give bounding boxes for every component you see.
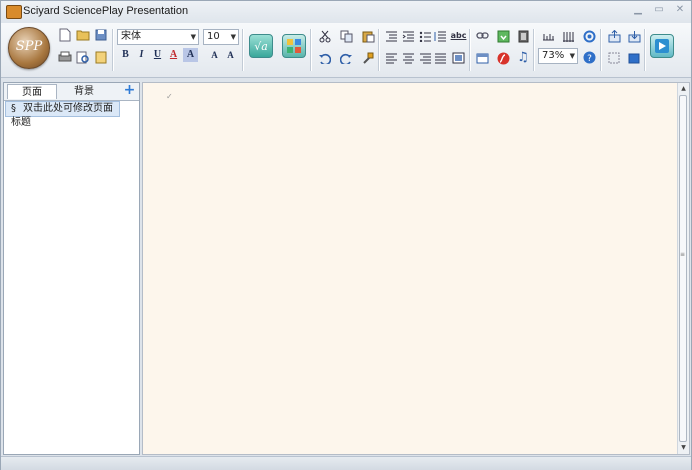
canvas-anchor-mark: ✓ (166, 92, 173, 101)
app-orb-label: SPP (15, 39, 43, 54)
insert-image-icon[interactable] (495, 28, 511, 44)
ribbon-toolbar: SPP 宋体 ▼ 10 ▼ B I U A A A A √a abc ♫ 73%… (1, 23, 691, 78)
scroll-grip-icon: ≡ (680, 251, 686, 258)
slide-canvas[interactable]: ✓ (142, 82, 690, 455)
italic-button[interactable]: I (134, 48, 149, 62)
add-page-button[interactable]: + (123, 83, 136, 97)
toolbar-separator (242, 29, 244, 71)
formula-icon: √a (254, 39, 268, 53)
save-icon[interactable] (93, 27, 109, 43)
window-title: Sciyard SciencePlay Presentation (23, 5, 189, 17)
toolbar-separator (378, 29, 380, 71)
shrink-font-button[interactable]: A (207, 48, 222, 62)
svg-text:?: ? (587, 54, 592, 64)
align-center-icon[interactable] (400, 50, 416, 66)
line-spacing-icon[interactable] (432, 28, 448, 44)
underline-button[interactable]: U (150, 48, 165, 62)
paste-icon[interactable] (360, 28, 376, 44)
settings-icon[interactable] (581, 28, 597, 44)
panel-tabs: 页面 背景 + (4, 83, 139, 101)
page-setup-icon[interactable] (93, 49, 109, 65)
tab-background[interactable]: 背景 (59, 84, 109, 99)
layout-button[interactable] (282, 34, 306, 58)
page-list-bullet: § (11, 103, 16, 114)
vertical-scrollbar[interactable]: ▲ ≡ ▼ (677, 83, 689, 454)
chevron-down-icon: ▼ (569, 52, 575, 60)
redo-icon[interactable] (338, 50, 354, 66)
play-icon (655, 39, 669, 53)
font-name-select[interactable]: 宋体 ▼ (117, 29, 199, 45)
title-bar: Sciyard SciencePlay Presentation ▁ ▭ ✕ (1, 1, 691, 23)
spell-check-button[interactable]: abc (450, 28, 467, 44)
bullet-list-icon[interactable] (417, 28, 433, 44)
highlight-button[interactable]: A (183, 48, 198, 62)
align-left-icon[interactable] (383, 50, 399, 66)
chevron-down-icon: ▼ (190, 33, 196, 41)
align-right-icon[interactable] (417, 50, 433, 66)
ruler-icon[interactable] (540, 28, 556, 44)
insert-video-icon[interactable] (515, 28, 531, 44)
text-box-icon[interactable] (450, 50, 466, 66)
formula-button[interactable]: √a (249, 34, 273, 58)
toolbar-separator (600, 29, 602, 71)
send-backward-icon[interactable] (626, 28, 642, 44)
app-window: Sciyard SciencePlay Presentation ▁ ▭ ✕ S… (0, 0, 692, 470)
toolbar-separator (112, 29, 114, 71)
zoom-value: 73% (542, 50, 565, 61)
slides-panel: 页面 背景 + § 双击此处可修改页面标题 (3, 82, 140, 455)
format-painter-icon[interactable] (360, 50, 376, 66)
toolbar-separator (310, 29, 312, 71)
new-file-icon[interactable] (57, 27, 73, 43)
font-name-value: 宋体 (121, 31, 141, 42)
app-menu-orb[interactable]: SPP (8, 27, 50, 69)
zoom-select[interactable]: 73% ▼ (538, 48, 578, 64)
scroll-down-arrow[interactable]: ▼ (679, 443, 688, 453)
close-button[interactable]: ✕ (671, 3, 689, 17)
insert-table-icon[interactable] (474, 50, 490, 66)
help-icon[interactable]: ? (581, 49, 597, 65)
toolbar-separator (644, 29, 646, 71)
align-list-icon[interactable] (383, 28, 399, 44)
app-icon (6, 5, 22, 19)
tab-pages[interactable]: 页面 (7, 84, 57, 99)
page-title: 双击此处可修改页面标题 (11, 103, 113, 128)
print-preview-icon[interactable] (75, 49, 91, 65)
font-color-button[interactable]: A (166, 48, 181, 62)
chevron-down-icon: ▼ (230, 33, 236, 41)
print-icon[interactable] (57, 49, 73, 65)
bring-forward-icon[interactable] (606, 28, 622, 44)
insert-audio-icon[interactable]: ♫ (515, 50, 531, 66)
page-list-item[interactable]: § 双击此处可修改页面标题 (5, 101, 120, 128)
status-bar (1, 456, 691, 470)
toolbar-separator (533, 29, 535, 71)
grow-font-button[interactable]: A (223, 48, 238, 62)
cut-icon[interactable] (317, 28, 333, 44)
align-justify-icon[interactable] (432, 50, 448, 66)
font-size-value: 10 (207, 31, 220, 42)
font-size-select[interactable]: 10 ▼ (203, 29, 239, 45)
fill-shape-icon[interactable] (626, 50, 642, 66)
copy-icon[interactable] (338, 28, 354, 44)
bold-button[interactable]: B (118, 48, 133, 62)
group-icon[interactable] (606, 50, 622, 66)
toolbar-separator (469, 29, 471, 71)
scroll-up-arrow[interactable]: ▲ (679, 84, 688, 94)
layout-grid-icon (287, 39, 301, 53)
link-icon[interactable] (474, 28, 490, 44)
indent-icon[interactable] (400, 28, 416, 44)
undo-icon[interactable] (317, 50, 333, 66)
play-presentation-button[interactable] (650, 34, 674, 58)
minimize-button[interactable]: ▁ (629, 3, 647, 17)
insert-flash-icon[interactable] (495, 50, 511, 66)
maximize-button[interactable]: ▭ (650, 3, 668, 17)
spell-check-icon: abc (450, 31, 467, 40)
grid-lines-icon[interactable] (560, 28, 576, 44)
scroll-thumb[interactable] (679, 95, 687, 442)
open-folder-icon[interactable] (75, 27, 91, 43)
